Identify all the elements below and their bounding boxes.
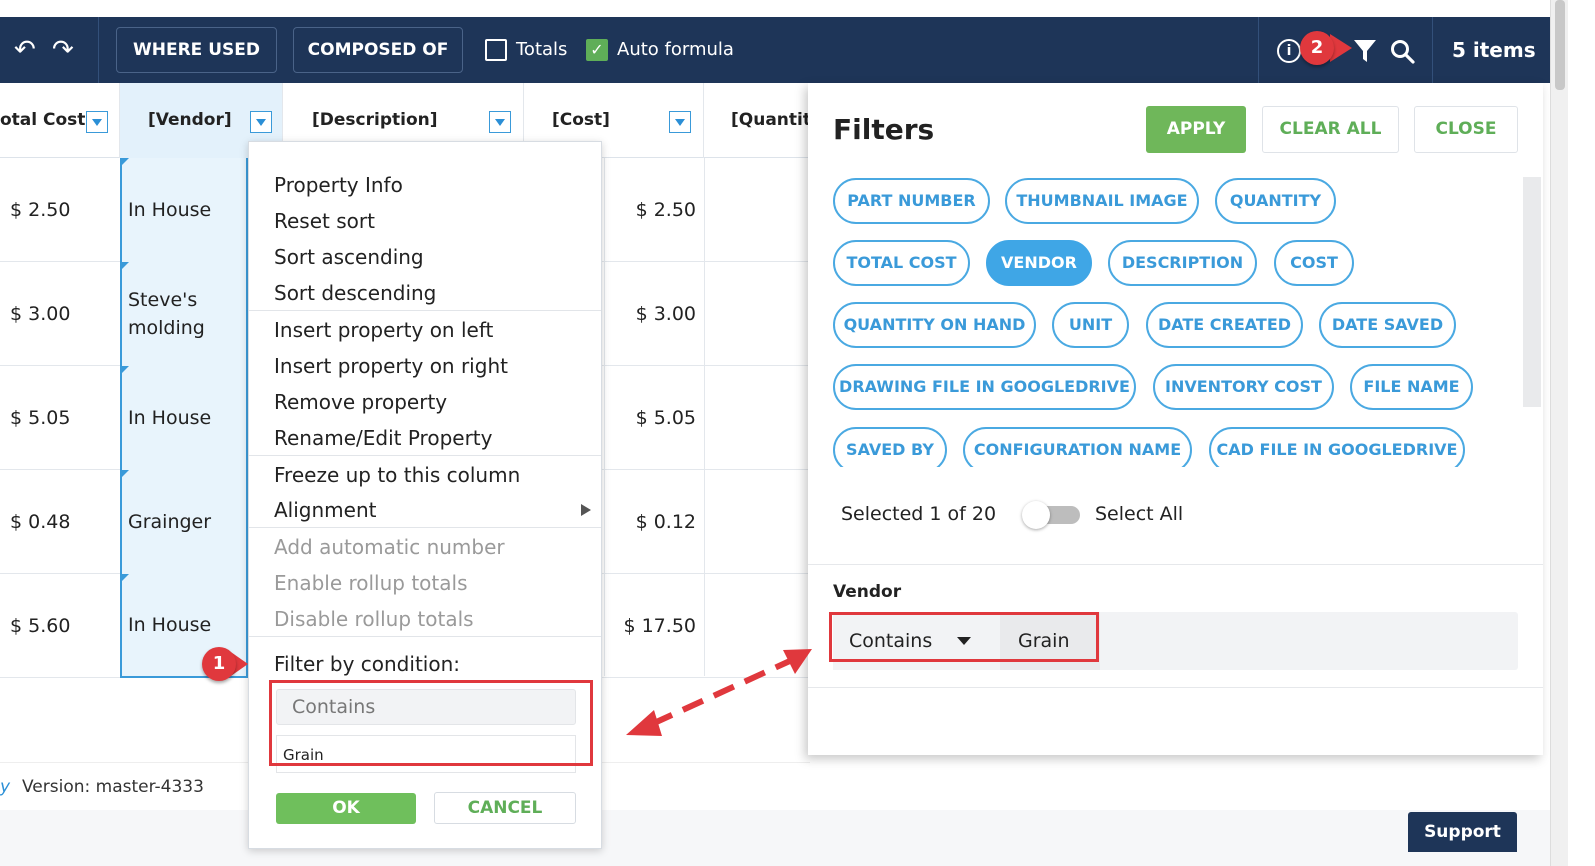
annotation-marker-1: 1 (202, 647, 236, 681)
support-button[interactable]: Support (1408, 812, 1517, 852)
marker-pointers (228, 34, 1352, 678)
annotation-marker-2: 2 (1300, 31, 1334, 65)
